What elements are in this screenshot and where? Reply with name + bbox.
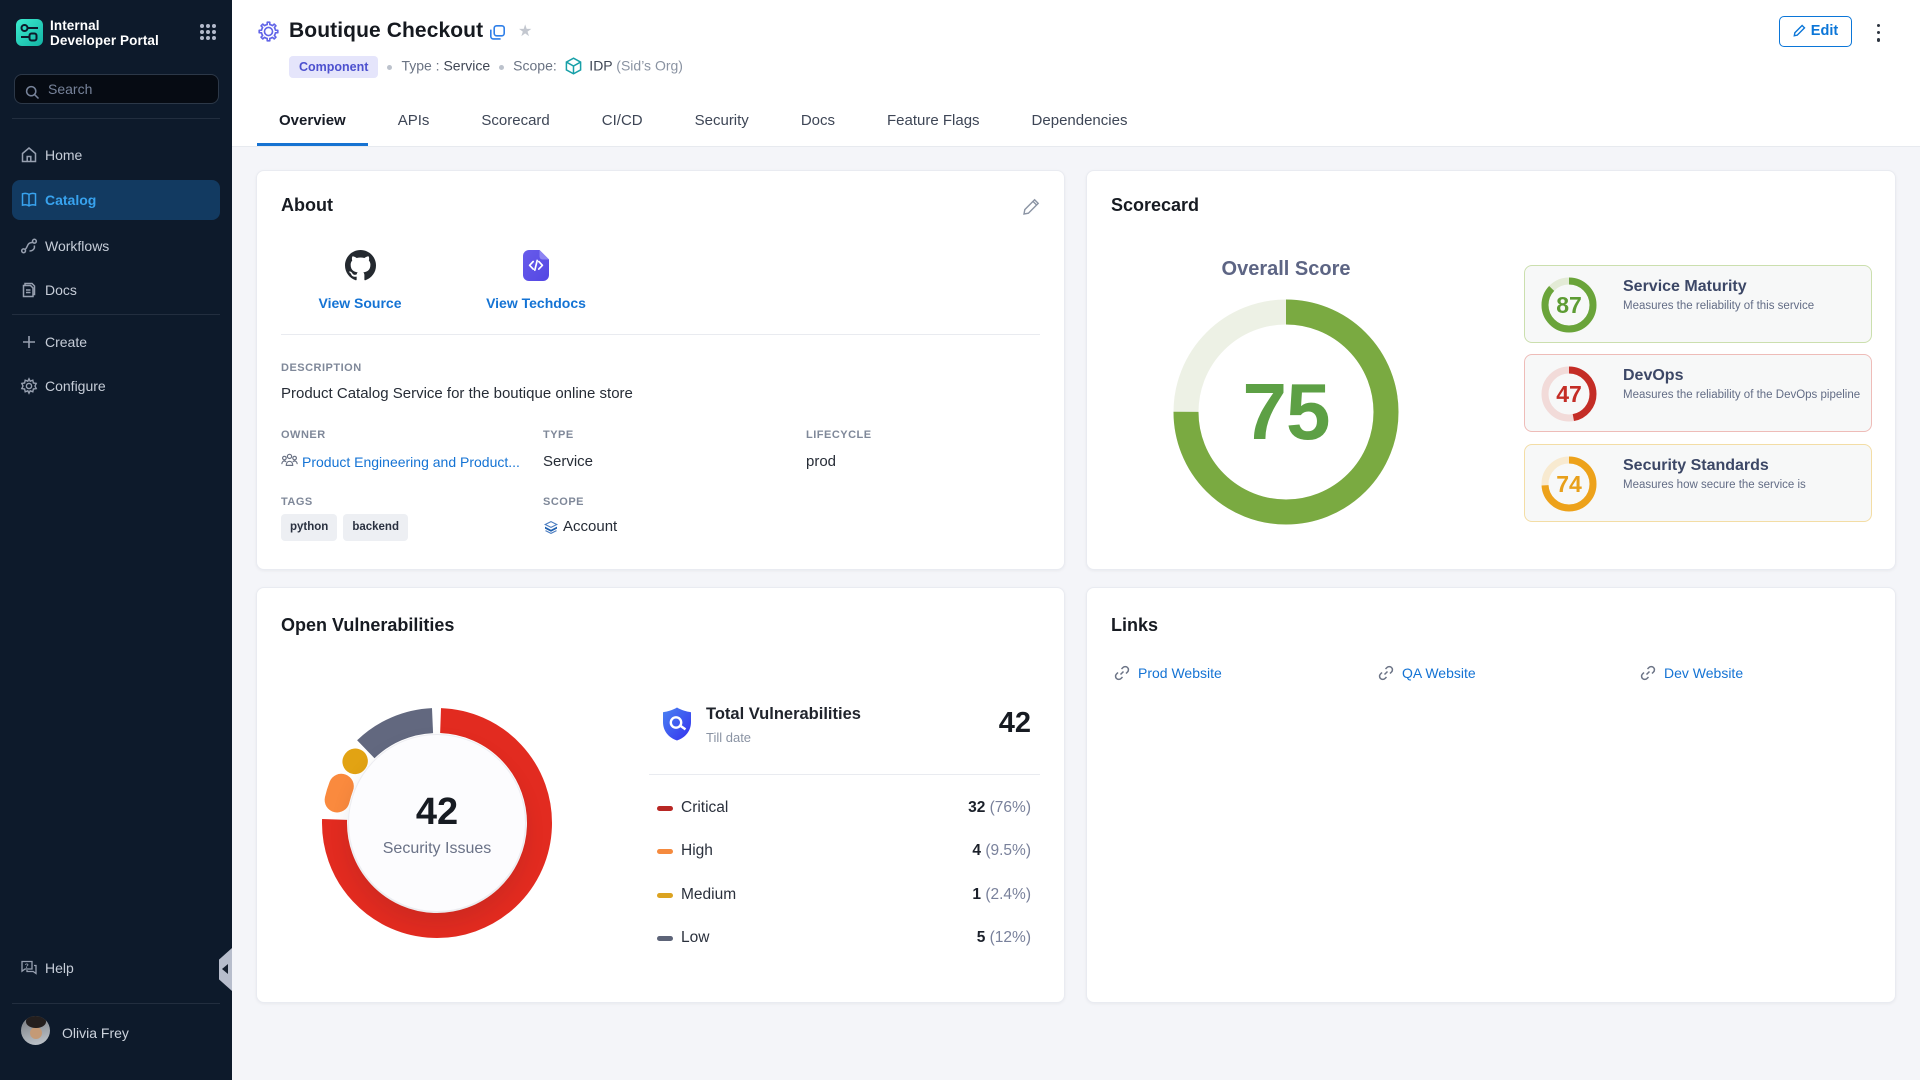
svg-text:?: ? xyxy=(25,963,29,970)
